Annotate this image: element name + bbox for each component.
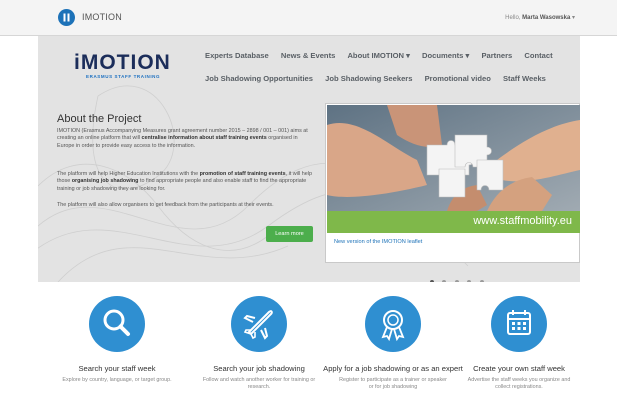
feature-create-staff-week[interactable]: Create your own staff week Advertise the… [444, 296, 594, 391]
nav-promotional-video[interactable]: Promotional video [425, 74, 491, 83]
slider-url-text: www.staffmobility.eu [473, 215, 572, 227]
puzzle-hands-photo [327, 105, 580, 211]
feature-search-job-shadowing[interactable]: Search your job shadowing Follow and wat… [184, 296, 334, 391]
feature-title: Search your job shadowing [213, 364, 305, 373]
slider-url-bar: www.staffmobility.eu [327, 211, 580, 233]
feature-description: Advertise the staff weeks you organize a… [467, 377, 571, 390]
calendar-icon[interactable] [491, 296, 547, 352]
brand-text[interactable]: IMOTION [82, 12, 122, 22]
about-paragraph-1: IMOTION (Erasmus Accompanying Measures g… [57, 128, 308, 149]
chevron-down-icon: ▾ [571, 15, 575, 21]
about-paragraph-3: The platform will also allow organisers … [57, 202, 274, 208]
about-title: About the Project [57, 113, 142, 125]
award-ribbon-icon[interactable] [365, 296, 421, 352]
feature-title: Search your staff week [78, 364, 156, 373]
feature-title: Create your own staff week [473, 364, 565, 373]
feature-search-staff-week[interactable]: Search your staff week Explore by countr… [42, 296, 192, 384]
nav-documents[interactable]: Documents ▾ [422, 51, 469, 60]
imotion-logo-icon[interactable] [58, 9, 75, 26]
nav-about-imotion[interactable]: About IMOTION ▾ [347, 51, 409, 60]
nav-news-events[interactable]: News & Events [281, 51, 335, 60]
greeting-label: Hello, [505, 15, 521, 21]
logo-tagline: ERASMUS STAFF TRAINING [86, 74, 161, 79]
nav-contact[interactable]: Contact [524, 51, 552, 60]
imotion-main-logo[interactable]: iMOTION ERASMUS STAFF TRAINING [74, 52, 171, 79]
feature-description: Follow and watch another worker for trai… [202, 377, 316, 390]
search-icon[interactable] [89, 296, 145, 352]
main-nav-row-2: Job Shadowing Opportunities Job Shadowin… [205, 74, 556, 83]
logo-wordmark: iMOTION [74, 51, 171, 74]
feature-description: Explore by country, language, or target … [62, 377, 172, 383]
about-paragraph-2: The platform will help Higher Education … [57, 171, 312, 192]
learn-more-button[interactable]: Learn more [266, 226, 313, 242]
top-bar: IMOTION Hello, Marta Wasowska ▾ [0, 0, 617, 36]
user-name: Marta Wasowska [522, 15, 571, 21]
slider-caption-link[interactable]: New version of the IMOTION leaflet [334, 239, 422, 245]
nav-job-shadowing-seekers[interactable]: Job Shadowing Seekers [325, 74, 412, 83]
nav-staff-weeks[interactable]: Staff Weeks [503, 74, 546, 83]
nav-job-shadowing-opportunities[interactable]: Job Shadowing Opportunities [205, 74, 313, 83]
nav-partners[interactable]: Partners [481, 51, 512, 60]
user-menu[interactable]: Hello, Marta Wasowska ▾ [505, 14, 575, 21]
nav-experts-database[interactable]: Experts Database [205, 51, 269, 60]
main-nav-row-1: Experts Database News & Events About IMO… [205, 51, 563, 60]
slider-card[interactable]: www.staffmobility.eu New version of the … [325, 103, 580, 263]
airplane-icon[interactable] [231, 296, 287, 352]
